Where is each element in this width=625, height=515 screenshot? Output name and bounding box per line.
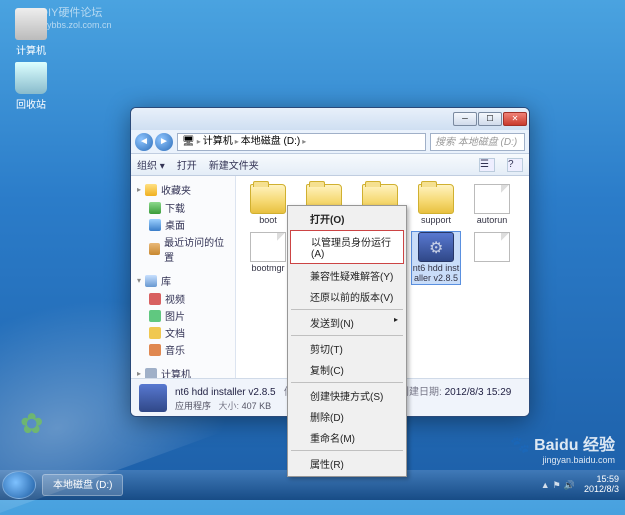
menu-item[interactable]: 还原以前的版本(V) bbox=[290, 286, 404, 307]
desktop-icon-computer[interactable]: 计算机 bbox=[6, 8, 56, 57]
view-button[interactable]: ☰ bbox=[479, 158, 495, 172]
file-item[interactable]: autorun bbox=[468, 184, 516, 226]
sidebar-item-desktop[interactable]: 桌面 bbox=[131, 216, 235, 233]
menu-item[interactable]: 复制(C) bbox=[290, 359, 404, 380]
menu-separator bbox=[291, 382, 403, 383]
breadcrumb[interactable]: 🖥 ▸ 计算机 ▸ 本地磁盘 (D:) ▸ bbox=[177, 133, 426, 151]
exe-icon bbox=[139, 384, 167, 412]
menu-separator bbox=[291, 335, 403, 336]
breadcrumb-segment[interactable]: 计算机 bbox=[203, 133, 233, 151]
sidebar-item-pictures[interactable]: 图片 bbox=[131, 307, 235, 324]
menu-separator bbox=[291, 450, 403, 451]
sidebar-item-downloads[interactable]: 下载 bbox=[131, 199, 235, 216]
address-bar: ◄ ► 🖥 ▸ 计算机 ▸ 本地磁盘 (D:) ▸ 搜索 本地磁盘 (D:) bbox=[131, 130, 529, 154]
sidebar-libraries-head[interactable]: ▾库 bbox=[131, 271, 235, 290]
menu-item[interactable]: 重命名(M) bbox=[290, 427, 404, 448]
watermark-bottom-right: 🐾Baidu 经验 jingyan.baidu.com bbox=[510, 431, 615, 465]
chevron-right-icon: ▸ bbox=[235, 133, 239, 151]
file-label: nt6 hdd installer v2.8.5 bbox=[412, 264, 460, 284]
breadcrumb-icon: 🖥 bbox=[182, 133, 195, 151]
system-tray[interactable]: ▲⚑🔊 15:59 2012/8/3 bbox=[541, 475, 619, 495]
tray-icons[interactable]: ▲⚑🔊 bbox=[541, 480, 578, 491]
help-button[interactable]: ? bbox=[507, 158, 523, 172]
download-icon bbox=[149, 202, 161, 214]
library-icon bbox=[145, 275, 157, 287]
back-button[interactable]: ◄ bbox=[135, 133, 153, 151]
menu-item[interactable]: 发送到(N)▸ bbox=[290, 312, 404, 333]
sidebar-item-music[interactable]: 音乐 bbox=[131, 341, 235, 358]
open-button[interactable]: 打开 bbox=[177, 157, 197, 172]
sidebar-computer[interactable]: ▸计算机 bbox=[131, 364, 235, 378]
taskbar-item[interactable]: 本地磁盘 (D:) bbox=[42, 474, 123, 496]
document-icon bbox=[149, 327, 161, 339]
chevron-right-icon: ▸ bbox=[394, 315, 398, 324]
recent-icon bbox=[149, 243, 160, 255]
file-label: support bbox=[412, 216, 460, 226]
file-item[interactable]: support bbox=[412, 184, 460, 226]
file-label: autorun bbox=[468, 216, 516, 226]
new-folder-button[interactable]: 新建文件夹 bbox=[209, 157, 259, 172]
sidebar-item-recent[interactable]: 最近访问的位置 bbox=[131, 233, 235, 265]
navigation-pane: ▸收藏夹 下载 桌面 最近访问的位置 ▾库 视频 图片 文档 音乐 ▸计算机 ▸… bbox=[131, 176, 236, 378]
sidebar-item-videos[interactable]: 视频 bbox=[131, 290, 235, 307]
chevron-right-icon: ▸ bbox=[302, 133, 306, 151]
menu-item[interactable]: 剪切(T) bbox=[290, 338, 404, 359]
menu-item[interactable]: 属性(R) bbox=[290, 453, 404, 474]
file-item[interactable]: boot bbox=[244, 184, 292, 226]
file-item[interactable] bbox=[468, 232, 516, 284]
menu-separator bbox=[291, 309, 403, 310]
desktop-icon-label: 计算机 bbox=[6, 42, 56, 57]
toolbar: 组织 ▾ 打开 新建文件夹 ☰ ? bbox=[131, 154, 529, 176]
desktop-icon-recyclebin[interactable]: 回收站 bbox=[6, 62, 56, 111]
computer-icon bbox=[145, 368, 157, 379]
picture-icon bbox=[149, 310, 161, 322]
close-button[interactable]: ✕ bbox=[503, 112, 527, 126]
wallpaper-clover: ✿ bbox=[20, 407, 43, 440]
context-menu: 打开(O)以管理员身份运行(A)兼容性疑难解答(Y)还原以前的版本(V) 发送到(… bbox=[287, 205, 407, 477]
file-label: boot bbox=[244, 216, 292, 226]
computer-icon bbox=[15, 8, 47, 40]
menu-item[interactable]: 兼容性疑难解答(Y) bbox=[290, 265, 404, 286]
chevron-right-icon: ▸ bbox=[197, 133, 201, 151]
forward-button[interactable]: ► bbox=[155, 133, 173, 151]
desktop-icon-label: 回收站 bbox=[6, 96, 56, 111]
music-icon bbox=[149, 344, 161, 356]
sidebar-favorites-head[interactable]: ▸收藏夹 bbox=[131, 180, 235, 199]
folder-icon bbox=[250, 184, 286, 214]
maximize-button[interactable]: ☐ bbox=[478, 112, 502, 126]
organize-button[interactable]: 组织 ▾ bbox=[137, 157, 165, 172]
titlebar[interactable]: ─ ☐ ✕ bbox=[131, 108, 529, 130]
file-icon bbox=[474, 184, 510, 214]
file-item[interactable]: nt6 hdd installer v2.8.5 bbox=[412, 232, 460, 284]
start-button[interactable] bbox=[2, 471, 36, 499]
menu-item[interactable]: 创建快捷方式(S) bbox=[290, 385, 404, 406]
menu-item[interactable]: 以管理员身份运行(A) bbox=[290, 230, 404, 264]
menu-item[interactable]: 打开(O) bbox=[290, 208, 404, 229]
sidebar-item-documents[interactable]: 文档 bbox=[131, 324, 235, 341]
video-icon bbox=[149, 293, 161, 305]
menu-item[interactable]: 删除(D) bbox=[290, 406, 404, 427]
minimize-button[interactable]: ─ bbox=[453, 112, 477, 126]
breadcrumb-segment[interactable]: 本地磁盘 (D:) bbox=[241, 133, 300, 151]
exe-icon bbox=[418, 232, 454, 262]
clock[interactable]: 15:59 2012/8/3 bbox=[584, 475, 619, 495]
desktop-icon bbox=[149, 219, 161, 231]
file-icon bbox=[250, 232, 286, 262]
recyclebin-icon bbox=[15, 62, 47, 94]
folder-icon bbox=[418, 184, 454, 214]
search-input[interactable]: 搜索 本地磁盘 (D:) bbox=[430, 133, 525, 151]
file-item[interactable]: bootmgr bbox=[244, 232, 292, 284]
file-icon bbox=[474, 232, 510, 262]
star-icon bbox=[145, 184, 157, 196]
file-label: bootmgr bbox=[244, 264, 292, 274]
